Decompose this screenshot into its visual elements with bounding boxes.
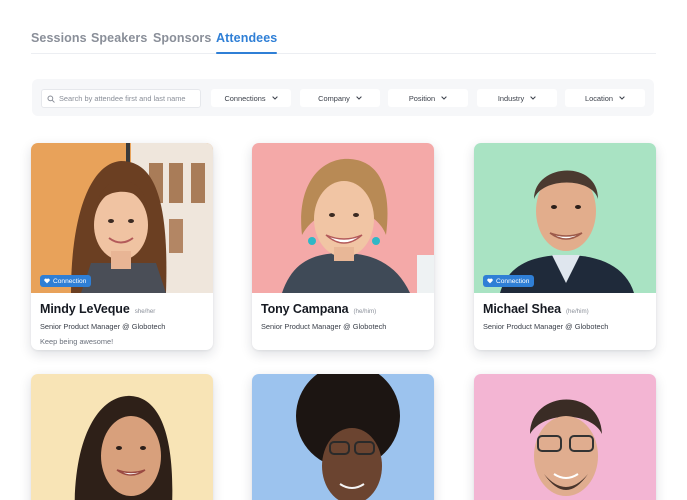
tab-bar: Sessions Speakers Sponsors Attendees — [31, 30, 656, 54]
filter-bar: Connections Company Position Industry Lo… — [32, 79, 654, 116]
position-dropdown[interactable]: Position — [388, 89, 468, 107]
attendee-pronouns: (he/him) — [353, 308, 377, 315]
position-dropdown-label: Position — [408, 93, 436, 103]
attendee-pronouns: she/her — [134, 308, 156, 315]
attendee-pronouns: (he/him) — [566, 308, 589, 315]
attendee-card[interactable]: Connection Mindy LeVeque she/her Senior … — [31, 143, 213, 350]
attendee-photo: Connection — [31, 143, 213, 293]
search-field[interactable] — [41, 89, 201, 108]
connection-badge: Connection — [40, 275, 92, 287]
chevron-down-icon — [271, 96, 278, 100]
tab-sessions[interactable]: Sessions — [31, 31, 87, 53]
company-dropdown[interactable]: Company — [300, 89, 380, 107]
tab-attendees[interactable]: Attendees — [216, 31, 278, 54]
tab-speakers[interactable]: Speakers — [91, 31, 147, 53]
attendee-photo — [252, 374, 434, 500]
search-input[interactable] — [59, 94, 199, 103]
attendee-card[interactable] — [31, 374, 213, 500]
attendee-role: Senior Product Manager @ Globotech — [40, 322, 166, 331]
location-dropdown-label: Location — [585, 93, 613, 103]
chevron-down-icon — [356, 96, 362, 100]
attendee-photo — [31, 374, 213, 500]
attendee-name[interactable]: Tony Campana — [261, 302, 349, 316]
connection-badge-label: Connection — [496, 277, 530, 285]
heart-icon — [44, 278, 50, 284]
attendee-card[interactable]: Connection Michael Shea (he/him) Senior … — [474, 143, 656, 350]
chevron-down-icon — [441, 96, 447, 100]
attendee-card[interactable]: Tony Campana (he/him) Senior Product Man… — [252, 143, 434, 350]
attendee-directory: Sessions Speakers Sponsors Attendees Con… — [0, 0, 687, 500]
industry-dropdown-label: Industry — [497, 93, 525, 103]
attendee-photo — [474, 374, 656, 500]
attendee-card[interactable] — [252, 374, 434, 500]
heart-icon — [487, 278, 493, 284]
location-dropdown[interactable]: Location — [565, 89, 645, 107]
attendee-role: Senior Product Manager @ Globotech — [483, 322, 609, 331]
attendee-note: Keep being awesome! — [40, 337, 114, 346]
connection-badge: Connection — [483, 275, 535, 287]
attendee-role: Senior Product Manager @ Globotech — [261, 322, 387, 331]
attendee-name[interactable]: Mindy LeVeque — [40, 302, 130, 316]
attendee-photo: Connection — [474, 143, 656, 293]
chevron-down-icon — [530, 96, 536, 100]
connections-dropdown[interactable]: Connections — [211, 89, 291, 107]
search-icon — [47, 94, 55, 103]
attendee-info: Michael Shea (he/him) Senior Product Man… — [474, 293, 656, 350]
connections-dropdown-label: Connections — [224, 93, 266, 103]
chevron-down-icon — [619, 96, 625, 100]
attendee-photo — [252, 143, 434, 293]
tab-sponsors[interactable]: Sponsors — [153, 31, 211, 53]
attendee-info: Mindy LeVeque she/her Senior Product Man… — [31, 293, 213, 350]
company-dropdown-label: Company — [318, 93, 350, 103]
attendee-info: Tony Campana (he/him) Senior Product Man… — [252, 293, 434, 350]
connection-badge-label: Connection — [53, 277, 87, 285]
industry-dropdown[interactable]: Industry — [477, 89, 557, 107]
attendee-name[interactable]: Michael Shea — [483, 302, 561, 316]
attendee-card[interactable] — [474, 374, 656, 500]
